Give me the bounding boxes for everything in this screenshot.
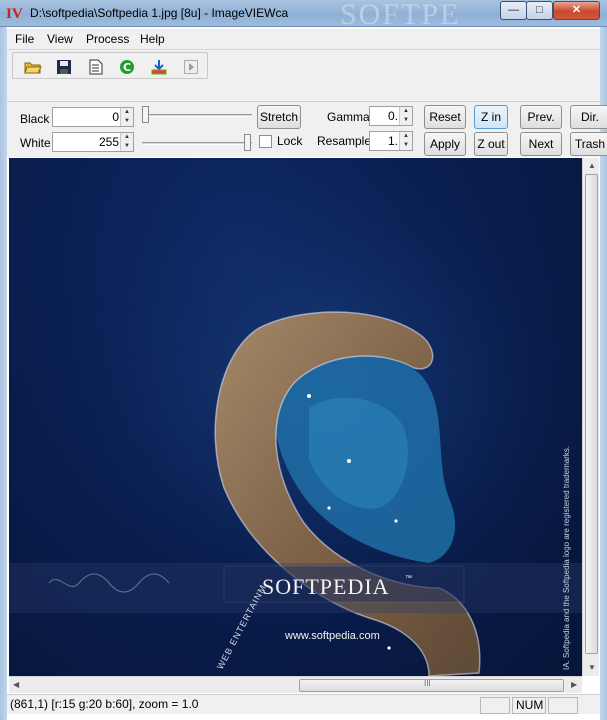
status-info: (861,1) [r:15 g:20 b:60], zoom = 1.0 [10,697,199,711]
image-artwork: SOFTPEDIA ™ www.softpedia.com WEB ENTERT… [9,158,582,676]
gamma-label: Gamma [327,110,370,124]
resample-spinbox[interactable]: 1. ▲ ▼ [369,131,413,151]
spin-up-icon[interactable]: ▲ [121,133,133,142]
status-panel-empty-2 [548,697,578,714]
status-bar: (861,1) [r:15 g:20 b:60], zoom = 1.0 NUM [7,694,600,714]
spin-down-icon[interactable]: ▼ [400,141,412,150]
open-folder-icon[interactable] [23,57,43,77]
prev-button[interactable]: Prev. [520,105,562,129]
gamma-value: 0. [387,109,398,123]
status-panel-empty [480,697,510,714]
spin-down-icon[interactable]: ▼ [121,142,133,151]
spin-down-icon[interactable]: ▼ [400,116,412,125]
brand-text: SOFTPEDIA [262,574,390,599]
trademark-text: ™ [405,575,412,582]
white-slider-thumb[interactable] [244,134,251,151]
horizontal-scroll-thumb[interactable]: III [299,679,564,692]
lock-checkbox[interactable] [259,135,272,148]
spin-up-icon[interactable]: ▲ [400,107,412,116]
scroll-right-icon[interactable]: ▶ [571,680,577,689]
toolbar-group: C [12,52,208,79]
download-arrow-icon[interactable] [149,57,169,77]
white-slider[interactable] [142,133,252,153]
scroll-down-icon[interactable]: ▼ [588,663,596,672]
black-slider-thumb[interactable] [142,106,149,123]
zoom-in-button[interactable]: Z in [474,105,508,129]
spin-up-icon[interactable]: ▲ [121,108,133,117]
dir-button[interactable]: Dir. [570,105,607,129]
url-text: www.softpedia.com [284,630,380,642]
maximize-button[interactable]: □ [526,1,553,20]
close-button[interactable]: ✕ [553,1,600,20]
black-spinbox[interactable]: 0 ▲ ▼ [52,107,134,127]
trash-button[interactable]: Trash [570,132,607,156]
menu-help[interactable]: Help [140,32,165,46]
document-icon[interactable] [86,57,106,77]
menu-process[interactable]: Process [86,32,129,46]
lock-label: Lock [277,134,303,148]
title-watermark: SOFTPE [340,0,461,31]
app-icon: IV [6,6,23,22]
white-label: White [20,136,51,150]
black-slider[interactable] [142,105,252,125]
menu-view[interactable]: View [47,32,73,46]
menu-bar: File View Process Help [7,29,600,49]
black-label: Black [20,112,50,126]
next-frame-icon[interactable] [181,57,201,77]
status-num: NUM [512,697,546,714]
black-value: 0 [112,110,119,124]
refresh-c-icon[interactable]: C [117,57,137,77]
white-spinbox[interactable]: 255 ▲ ▼ [52,132,134,152]
resample-label: Resample [317,134,372,148]
reset-button[interactable]: Reset [424,105,466,129]
window-title: D:\softpedia\Softpedia 1.jpg [8u] - Imag… [30,6,289,20]
toolbar: C [7,49,600,101]
spin-up-icon[interactable]: ▲ [400,132,412,141]
vertical-scroll-thumb[interactable] [585,174,598,654]
white-value: 255 [98,135,119,149]
image-canvas[interactable]: SOFTPEDIA ™ www.softpedia.com WEB ENTERT… [9,158,582,676]
levels-controls: Black 0 ▲ ▼ Stretch Gamma 0. ▲ ▼ Reset Z i… [7,101,607,157]
stretch-button[interactable]: Stretch [257,105,301,129]
next-button[interactable]: Next [520,132,562,156]
scroll-left-icon[interactable]: ◀ [13,680,19,689]
resample-value: 1. [387,134,398,148]
apply-button[interactable]: Apply [424,132,466,156]
spin-down-icon[interactable]: ▼ [121,117,133,126]
gamma-spinbox[interactable]: 0. ▲ ▼ [369,106,413,126]
menu-file[interactable]: File [15,32,34,46]
zoom-out-button[interactable]: Z out [474,132,508,156]
scroll-grip: III [424,679,431,688]
svg-text:C: C [123,61,131,74]
vertical-scrollbar[interactable]: ▲ ▼ [582,158,599,676]
window-frame-left [0,27,7,720]
minimize-button[interactable]: — [500,1,527,20]
window-frame-right [600,27,607,720]
vertical-notice: IA. Softpedia and the Softpedia logo are… [562,446,571,670]
scroll-up-icon[interactable]: ▲ [588,161,596,170]
title-bar[interactable]: IV D:\softpedia\Softpedia 1.jpg [8u] - I… [0,0,607,31]
horizontal-scrollbar[interactable]: ◀ III ▶ [9,676,582,693]
save-disk-icon[interactable] [54,57,74,77]
